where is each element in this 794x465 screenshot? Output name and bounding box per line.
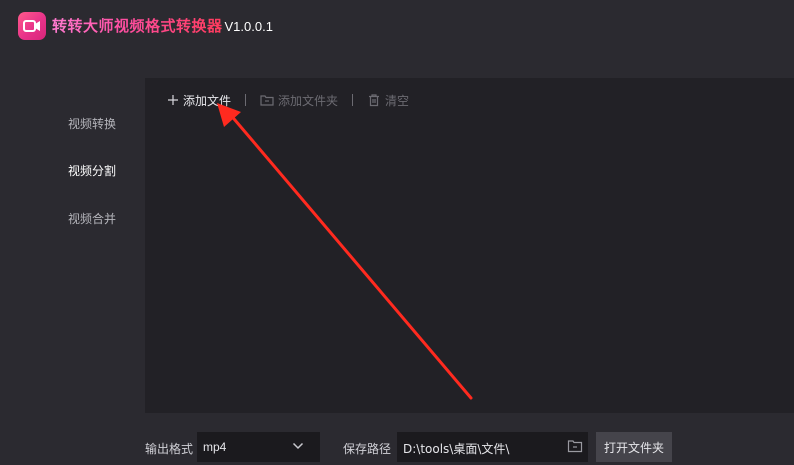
toolbar-divider [245, 94, 247, 106]
add-folder-button[interactable]: 添加文件夹 [260, 92, 338, 109]
bottom-bar: 输出格式 mp4 保存路径 D:\tools\桌面\文件\ 打开文件夹 [0, 430, 794, 465]
output-format-select[interactable]: mp4 [197, 432, 320, 462]
save-path-label: 保存路径 [343, 442, 392, 456]
sidebar-item-video-split[interactable]: 视频分割 [68, 162, 116, 179]
output-format-value: mp4 [203, 440, 227, 454]
trash-icon [369, 94, 380, 107]
sidebar-item-video-convert[interactable]: 视频转换 [68, 115, 116, 132]
add-file-label: 添加文件 [183, 93, 232, 108]
output-format-label: 输出格式 [145, 442, 194, 456]
app-title: 转转大师视频格式转换器 V1.0.0.1 [52, 15, 273, 37]
app-name: 转转大师视频格式转换器 [52, 17, 223, 35]
app-version: V1.0.0.1 [224, 19, 273, 34]
toolbar: 添加文件 添加文件夹 清空 [167, 91, 409, 109]
save-path-value: D:\tools\桌面\文件\ [403, 442, 510, 456]
browse-folder-icon[interactable] [567, 439, 583, 453]
clear-button[interactable]: 清空 [367, 92, 409, 109]
folder-icon [260, 95, 274, 106]
sidebar-item-video-merge[interactable]: 视频合并 [68, 210, 116, 227]
file-list-panel[interactable]: 添加文件 添加文件夹 清空 [145, 78, 794, 413]
toolbar-divider [352, 94, 354, 106]
chevron-down-icon [292, 442, 304, 450]
clear-label: 清空 [385, 93, 410, 108]
save-path-field[interactable]: D:\tools\桌面\文件\ [397, 432, 588, 462]
app-logo [18, 12, 46, 40]
plus-icon [168, 95, 178, 105]
video-camera-icon [23, 20, 40, 32]
add-file-button[interactable]: 添加文件 [167, 92, 231, 109]
add-folder-label: 添加文件夹 [278, 93, 339, 108]
open-folder-button[interactable]: 打开文件夹 [596, 432, 672, 462]
